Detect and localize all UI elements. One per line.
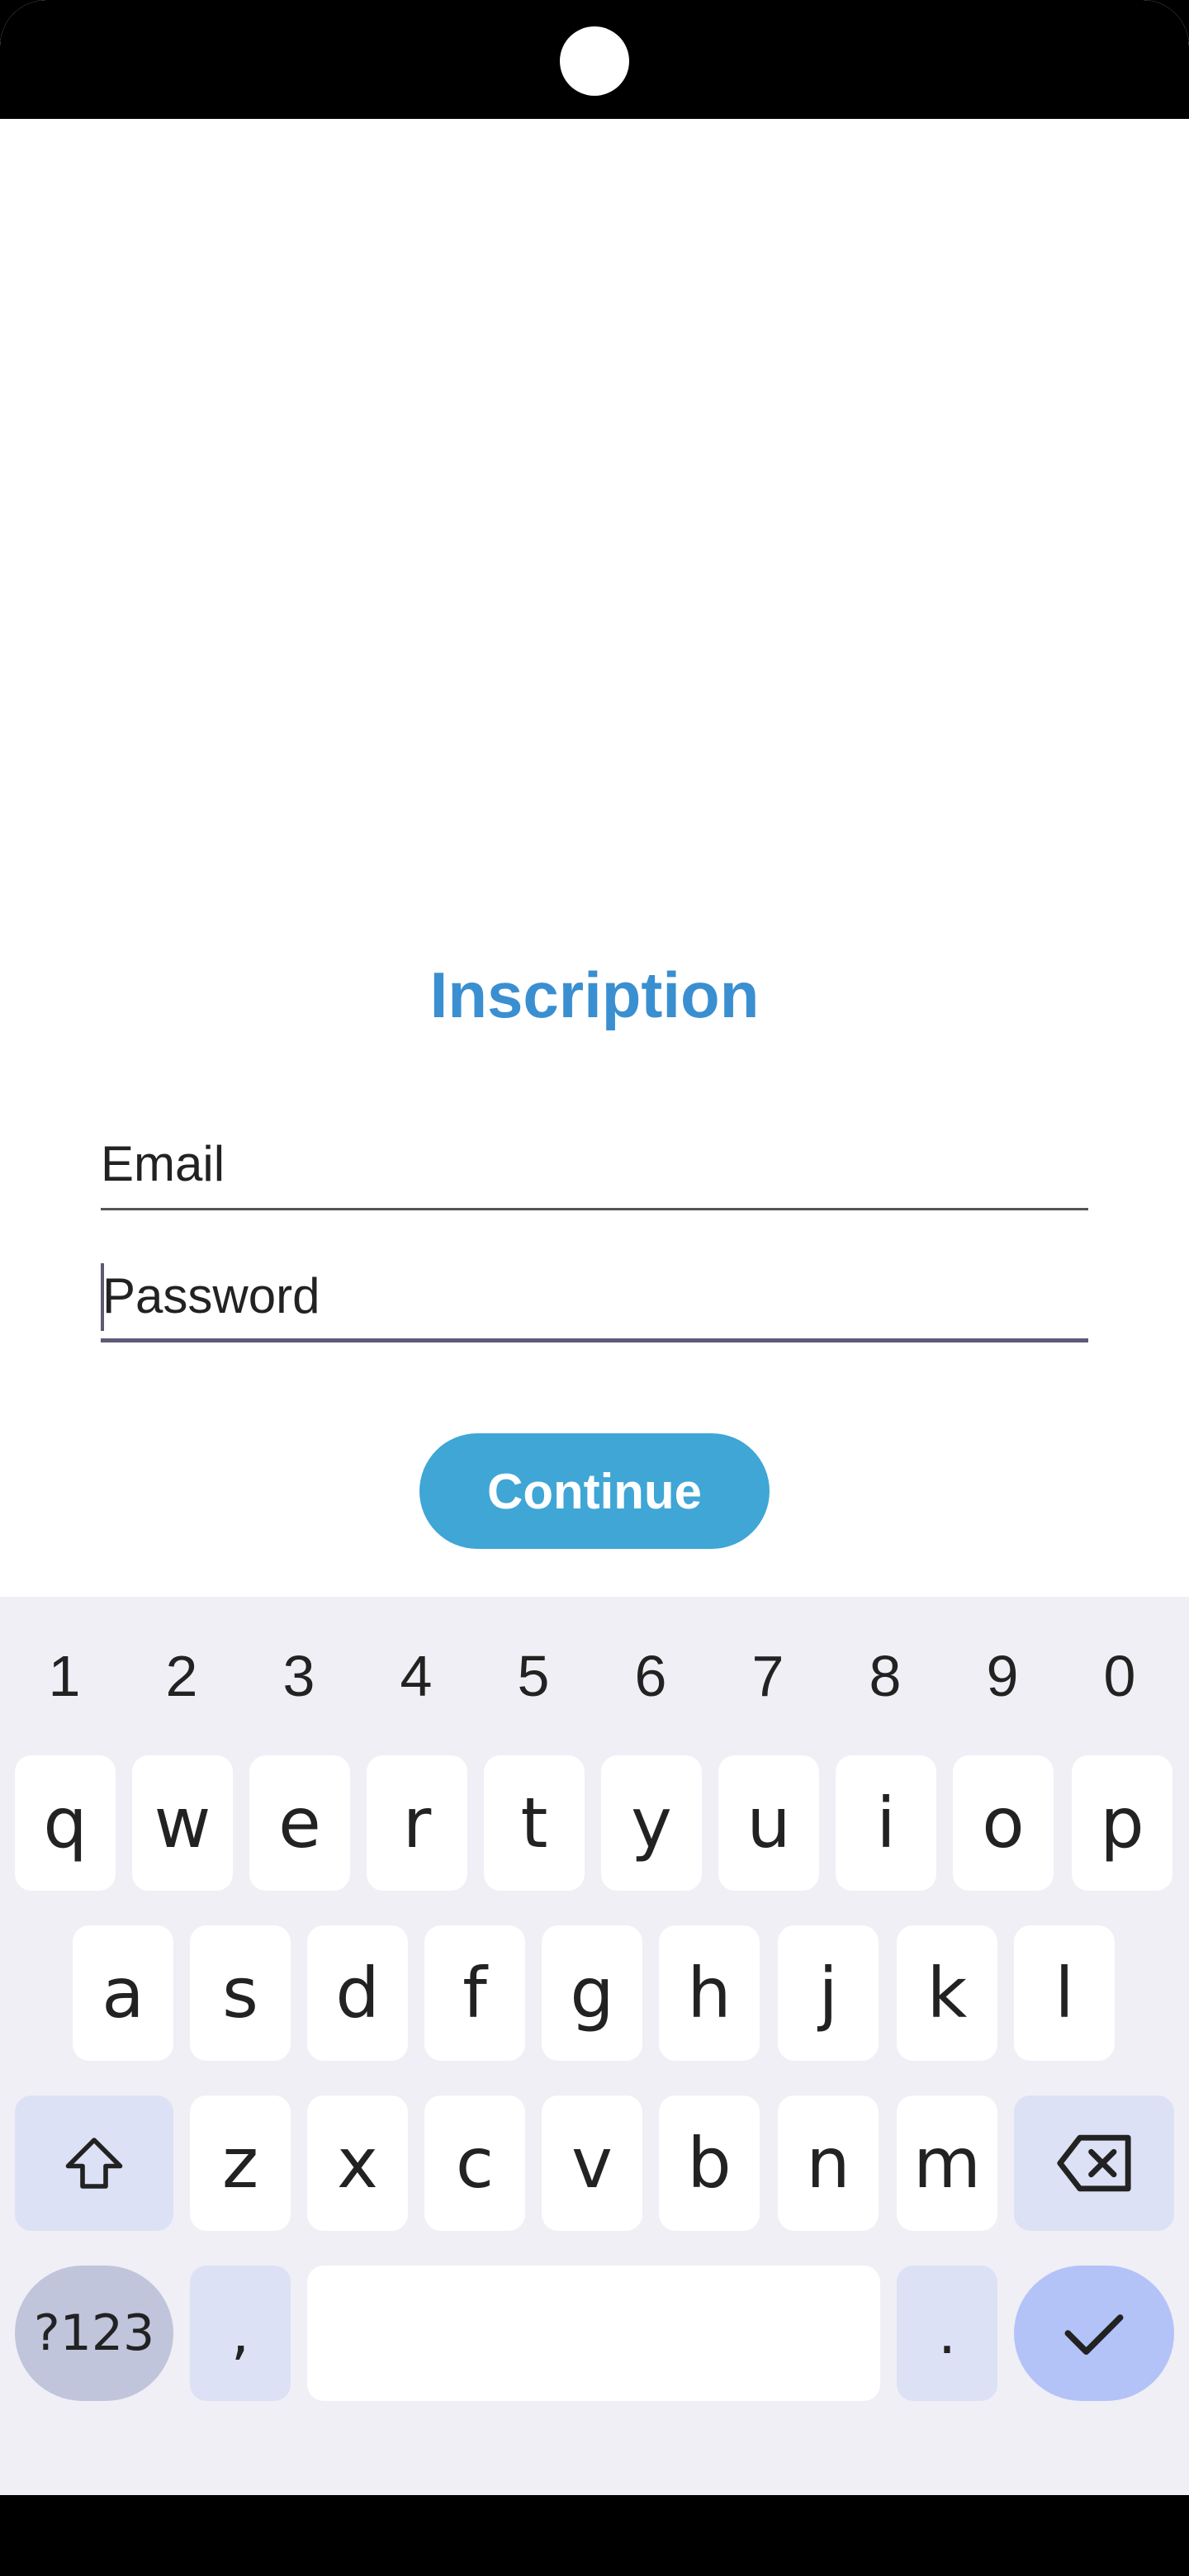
key-1[interactable]: 1 — [15, 1627, 114, 1726]
key-p[interactable]: p — [1072, 1755, 1172, 1891]
key-t[interactable]: t — [484, 1755, 585, 1891]
period-key[interactable]: . — [897, 2266, 997, 2401]
key-7[interactable]: 7 — [718, 1627, 817, 1726]
key-8[interactable]: 8 — [836, 1627, 935, 1726]
key-z[interactable]: z — [190, 2095, 291, 2231]
key-i[interactable]: i — [836, 1755, 936, 1891]
email-field[interactable]: Email — [101, 1128, 1088, 1210]
key-c[interactable]: c — [424, 2095, 525, 2231]
key-5[interactable]: 5 — [484, 1627, 583, 1726]
key-g[interactable]: g — [542, 1925, 642, 2061]
key-x[interactable]: x — [307, 2095, 408, 2231]
key-q[interactable]: q — [15, 1755, 116, 1891]
key-a[interactable]: a — [73, 1925, 173, 2061]
key-0[interactable]: 0 — [1070, 1627, 1169, 1726]
camera-cutout — [560, 26, 629, 96]
shift-icon — [65, 2138, 123, 2189]
key-w[interactable]: w — [132, 1755, 233, 1891]
key-m[interactable]: m — [897, 2095, 997, 2231]
key-h[interactable]: h — [659, 1925, 760, 2061]
key-k[interactable]: k — [897, 1925, 997, 2061]
key-4[interactable]: 4 — [367, 1627, 466, 1726]
key-r[interactable]: r — [367, 1755, 467, 1891]
key-j[interactable]: j — [778, 1925, 879, 2061]
key-v[interactable]: v — [542, 2095, 642, 2231]
password-underline — [101, 1338, 1088, 1342]
key-s[interactable]: s — [190, 1925, 291, 2061]
space-key[interactable] — [307, 2266, 880, 2401]
comma-key[interactable]: , — [190, 2266, 291, 2401]
phone-screen: Inscription Email Password Continue 1 2 … — [0, 0, 1189, 2576]
status-bar — [0, 0, 1189, 119]
key-d[interactable]: d — [307, 1925, 408, 2061]
key-b[interactable]: b — [659, 2095, 760, 2231]
key-6[interactable]: 6 — [601, 1627, 700, 1726]
key-2[interactable]: 2 — [132, 1627, 231, 1726]
symbols-key[interactable]: ?123 — [15, 2266, 173, 2401]
key-e[interactable]: e — [249, 1755, 350, 1891]
key-u[interactable]: u — [718, 1755, 819, 1891]
key-f[interactable]: f — [424, 1925, 525, 2061]
key-3[interactable]: 3 — [249, 1627, 348, 1726]
soft-keyboard: 1 2 3 4 5 6 7 8 9 0 q w e r t y u i o p … — [0, 1597, 1189, 2495]
key-l[interactable]: l — [1014, 1925, 1115, 2061]
backspace-icon — [1057, 2134, 1131, 2192]
page-title: Inscription — [429, 959, 760, 1031]
check-icon — [1064, 2314, 1124, 2355]
email-underline — [101, 1208, 1088, 1210]
continue-button[interactable]: Continue — [419, 1433, 770, 1549]
navigation-bar — [0, 2495, 1189, 2576]
key-9[interactable]: 9 — [953, 1627, 1052, 1726]
key-y[interactable]: y — [601, 1755, 702, 1891]
password-field[interactable]: Password — [101, 1260, 1088, 1342]
password-placeholder: Password — [102, 1268, 320, 1324]
enter-key[interactable] — [1014, 2266, 1174, 2401]
key-o[interactable]: o — [953, 1755, 1054, 1891]
key-n[interactable]: n — [778, 2095, 879, 2231]
shift-key[interactable] — [15, 2095, 173, 2231]
backspace-key[interactable] — [1014, 2095, 1174, 2231]
email-placeholder: Email — [101, 1136, 225, 1191]
